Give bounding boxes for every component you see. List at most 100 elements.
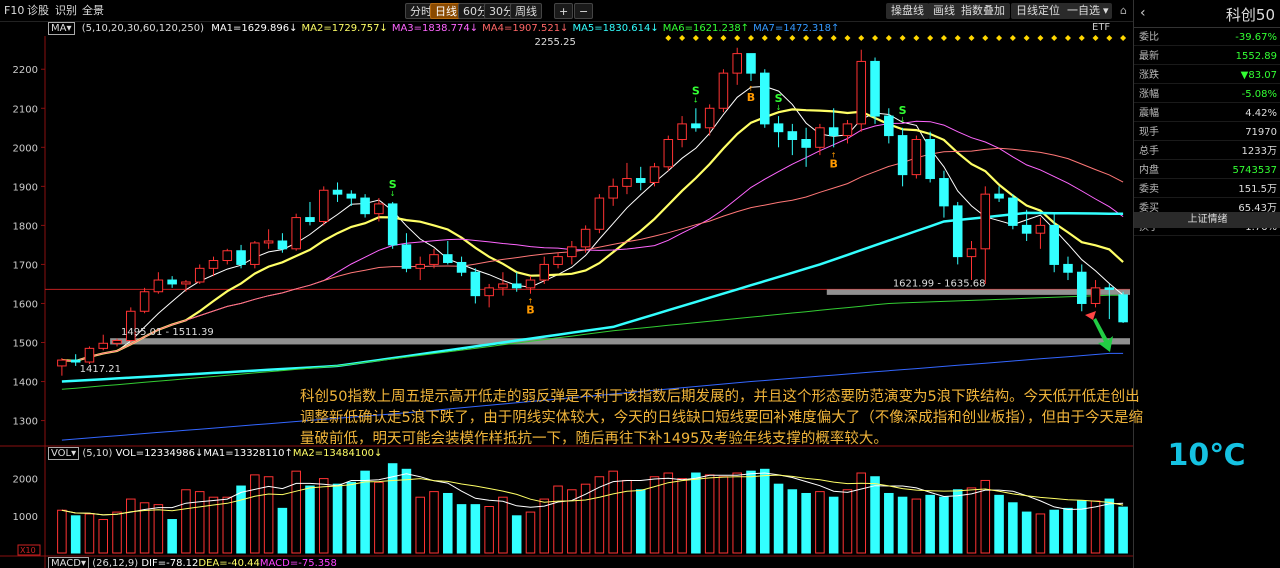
quote-label: 涨幅 [1139,89,1159,100]
candle-body [208,260,219,269]
quote-label: 涨跌 [1139,70,1159,81]
top-marker [1092,35,1099,41]
candle-body [746,53,756,74]
volume-ma-line [61,472,1124,516]
volume-bar [222,496,233,554]
vol-legend-item-1: MA1=13328110↑ [203,448,293,459]
vol-legend-item-0: VOL=12334986↓ [115,448,204,459]
top-marker [679,35,686,41]
candle-body [787,131,798,140]
sentiment-tab[interactable]: 上证情绪 [1134,212,1280,228]
volume-bar [401,468,412,554]
quote-label: 现手 [1139,127,1159,138]
candle-body [952,205,963,258]
top-marker [968,35,975,41]
volume-bar [1118,506,1128,554]
buy-signal: B [829,157,837,170]
volume-bar [939,496,949,554]
candle-body [622,178,632,187]
top-marker [844,35,851,41]
candle-body [167,279,177,285]
volume-bar [332,483,343,554]
top-marker [885,35,892,41]
volume-bar [773,483,784,554]
candle-body [608,185,618,199]
top-marker [1120,35,1127,41]
candle-body [443,254,453,263]
top-marker [1023,35,1030,41]
volume-bar [263,476,274,554]
top-marker [940,35,947,41]
top-marker [1051,35,1058,41]
candle-body [980,193,991,250]
top-marker [1078,35,1085,41]
macd-legend-item-0: DIF=-78.12 [141,558,199,568]
candle-body [429,254,439,265]
quote-value: 1233万 [1241,146,1277,157]
volume-bar [470,504,481,554]
candle-body [525,279,536,289]
y-tick-label: 1800 [13,221,38,232]
volume-bar [181,489,191,554]
candle-body [84,347,95,363]
volume-bar [277,507,288,554]
kline-chart[interactable]: 1300 1400 1500 1600 1700 1800 1900 2000 2100 2200… [0,0,1133,568]
quote-header: ‹ 科创50 [1134,0,1280,28]
candle-body [484,287,494,297]
quote-row: 内盘 5743537 [1134,162,1280,179]
top-marker [665,35,672,41]
ma-line-ma2 [61,108,1124,363]
vol-unit-label: X10 [20,546,36,555]
volume-bar [815,491,825,554]
top-marker [1037,35,1044,41]
quote-row: 涨幅 -5.08% [1134,86,1280,103]
volume-bar [663,472,674,554]
volume-bar [194,491,205,554]
top-marker [1106,35,1113,41]
quote-label: 内盘 [1139,165,1159,176]
volume-bar [498,496,508,554]
candle-body [663,139,674,168]
volume-bar [870,476,880,554]
price-label: 2255.25 [534,37,575,48]
candle-body [1104,287,1115,290]
y-tick-label: 2200 [13,65,38,76]
candle-body [1090,287,1101,304]
trading-app: F10 诊股 识别 全景 分时 日线 60分 30分 周线 + − 操盘线 画线… [0,0,1280,568]
quote-row: 最新 1552.89 [1134,48,1280,65]
candle-body [939,178,949,207]
volume-bar [429,491,439,554]
y-tick-label: 1400 [13,378,38,389]
candle-body [828,127,839,137]
candle-body [98,342,109,349]
volume-bar [746,470,756,554]
down-arrow-icon [1093,318,1113,352]
candle-body [567,246,577,258]
quote-row: 总手 1233万 [1134,143,1280,160]
sell-signal-arrow: ↓ [390,190,396,198]
volume-bar [57,509,67,554]
vol-selector[interactable]: VOL▾ [48,447,80,460]
candle-body [415,263,425,269]
back-icon[interactable]: ‹ [1140,5,1146,21]
up-arrow-icon [1085,311,1096,320]
candle-body [580,228,591,248]
y-tick-label: 1600 [13,299,38,310]
volume-bar [787,489,798,554]
macd-selector[interactable]: MACD▾ [48,557,89,568]
top-marker [775,35,782,41]
quote-label: 震幅 [1139,108,1159,119]
volume-bar [884,492,894,554]
sell-signal-arrow: ↓ [776,104,782,112]
candle-body [815,127,825,148]
top-marker [996,35,1003,41]
volume-bar [112,511,122,554]
candle-body [884,115,894,137]
volume-bar [1104,498,1115,554]
candle-body [773,123,784,133]
volume-bar [897,496,908,554]
candle-body [1021,224,1032,234]
candle-body [1035,224,1046,234]
candle-body [291,217,301,250]
quote-label: 总手 [1139,146,1159,157]
